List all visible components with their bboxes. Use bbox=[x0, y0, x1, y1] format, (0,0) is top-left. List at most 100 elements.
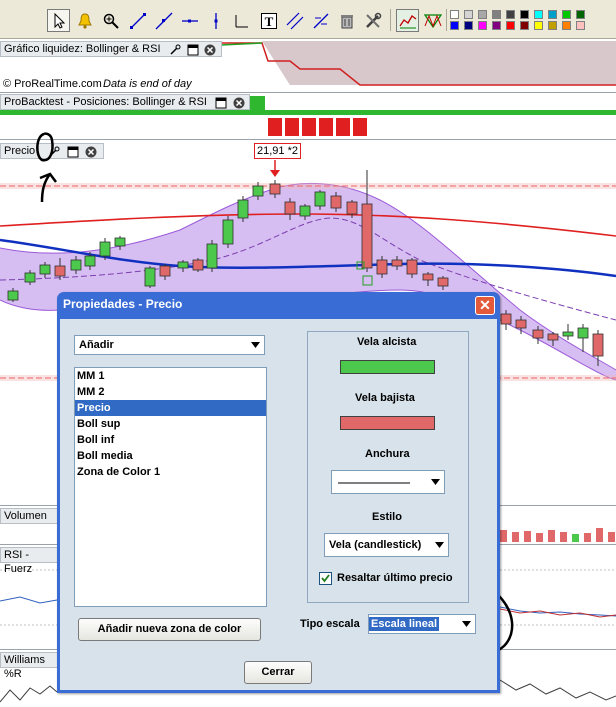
candle-body bbox=[159, 265, 171, 277]
svg-text:T: T bbox=[264, 14, 273, 29]
color-swatch[interactable] bbox=[450, 21, 459, 30]
color-swatch[interactable] bbox=[562, 10, 571, 19]
list-item[interactable]: Boll media bbox=[75, 448, 266, 464]
close-icon[interactable] bbox=[85, 145, 97, 159]
list-item[interactable]: Boll sup bbox=[75, 416, 266, 432]
add-combo[interactable]: Añadir bbox=[74, 335, 265, 355]
indicator-icon[interactable] bbox=[396, 9, 419, 32]
horizontal-line-icon[interactable] bbox=[178, 9, 201, 32]
color-swatch[interactable] bbox=[478, 10, 487, 19]
list-item[interactable]: Zona de Color 1 bbox=[75, 464, 266, 480]
list-item[interactable]: Precio bbox=[75, 400, 266, 416]
pattern-icon[interactable] bbox=[421, 9, 444, 32]
dialog-close-button[interactable]: ✕ bbox=[475, 296, 495, 315]
candle-body bbox=[54, 265, 66, 277]
candle-body bbox=[252, 185, 264, 197]
tools-icon[interactable] bbox=[361, 9, 384, 32]
zoom-icon[interactable] bbox=[99, 9, 122, 32]
color-swatch[interactable] bbox=[478, 21, 487, 30]
candle-body bbox=[592, 333, 604, 357]
candle-body bbox=[376, 259, 388, 275]
candle-body bbox=[314, 191, 326, 207]
price-label: 21,91 *2 bbox=[254, 143, 301, 159]
cursor-icon[interactable] bbox=[47, 9, 70, 32]
williams-panel-header: Williams %R bbox=[0, 652, 60, 680]
line-icon[interactable] bbox=[126, 9, 149, 32]
backtest-panel-title: ProBacktest - Posiciones: Bollinger & RS… bbox=[4, 96, 207, 108]
chevron-down-icon[interactable] bbox=[458, 616, 474, 632]
color-swatch[interactable] bbox=[548, 10, 557, 19]
color-swatch[interactable] bbox=[464, 10, 473, 19]
liquidity-panel-title: Gráfico liquidez: Bollinger & RSI bbox=[4, 43, 161, 55]
candle-body bbox=[222, 219, 234, 245]
text-icon[interactable]: T bbox=[257, 9, 280, 32]
color-swatch[interactable] bbox=[506, 21, 515, 30]
color-swatch[interactable] bbox=[576, 21, 585, 30]
window-icon[interactable] bbox=[215, 96, 227, 110]
color-swatch[interactable] bbox=[450, 10, 459, 19]
close-icon[interactable] bbox=[204, 43, 216, 57]
add-color-zone-button[interactable]: Añadir nueva zona de color bbox=[78, 618, 261, 641]
dialog-title: Propiedades - Precio bbox=[63, 297, 183, 311]
vertical-line-icon[interactable] bbox=[204, 9, 227, 32]
list-item[interactable]: MM 2 bbox=[75, 384, 266, 400]
candle-body bbox=[114, 237, 126, 247]
main-toolbar: T bbox=[0, 0, 616, 39]
color-swatch[interactable] bbox=[534, 21, 543, 30]
backtest-panel-header: ProBacktest - Posiciones: Bollinger & RS… bbox=[0, 94, 250, 110]
color-palette[interactable] bbox=[450, 10, 590, 32]
color-swatch[interactable] bbox=[492, 10, 501, 19]
candle-body bbox=[422, 273, 434, 281]
candle-body bbox=[7, 290, 19, 301]
alarm-bell-icon[interactable] bbox=[73, 9, 96, 32]
close-icon[interactable] bbox=[233, 96, 245, 110]
channel-icon[interactable] bbox=[283, 9, 306, 32]
wrench-icon[interactable] bbox=[169, 43, 181, 57]
add-combo-value: Añadir bbox=[79, 339, 114, 351]
list-item[interactable]: MM 1 bbox=[75, 368, 266, 384]
candle-body bbox=[437, 277, 449, 287]
line-icon[interactable] bbox=[152, 9, 175, 32]
chevron-down-icon[interactable] bbox=[247, 337, 263, 353]
element-list[interactable]: MM 1 MM 2 Precio Boll sup Boll inf Boll media… bbox=[74, 367, 267, 607]
candle-body bbox=[70, 259, 82, 271]
color-swatch[interactable] bbox=[520, 21, 529, 30]
width-label: Anchura bbox=[365, 448, 410, 460]
style-combo[interactable]: Vela (candlestick) bbox=[324, 533, 449, 557]
chevron-down-icon[interactable] bbox=[431, 537, 447, 553]
close-button[interactable]: Cerrar bbox=[244, 661, 312, 684]
chevron-down-icon[interactable] bbox=[427, 474, 443, 490]
bullish-color-picker[interactable] bbox=[340, 360, 435, 374]
color-swatch[interactable] bbox=[562, 21, 571, 30]
bearish-color-picker[interactable] bbox=[340, 416, 435, 430]
bearish-label: Vela bajista bbox=[355, 392, 415, 404]
trash-icon[interactable] bbox=[335, 9, 358, 32]
annotation-drawing bbox=[36, 132, 57, 203]
fibonacci-icon[interactable] bbox=[309, 9, 332, 32]
style-combo-value: Vela (candlestick) bbox=[329, 539, 422, 551]
window-icon[interactable] bbox=[187, 43, 199, 57]
eod-note: Data is end of day bbox=[103, 78, 192, 90]
color-swatch[interactable] bbox=[548, 21, 557, 30]
color-swatch[interactable] bbox=[534, 10, 543, 19]
properties-dialog: Propiedades - Precio ✕ Añadir MM 1 MM 2 Pr… bbox=[57, 292, 500, 693]
indicator-icon[interactable] bbox=[230, 9, 253, 32]
candle-body bbox=[299, 205, 311, 217]
color-swatch[interactable] bbox=[492, 21, 501, 30]
width-combo[interactable] bbox=[331, 470, 445, 494]
list-item[interactable]: Boll inf bbox=[75, 432, 266, 448]
volume-panel-title: Volumen bbox=[4, 510, 47, 522]
candle-body bbox=[361, 203, 373, 269]
candle-body bbox=[346, 201, 358, 215]
scale-label: Tipo escala bbox=[300, 618, 360, 630]
scale-combo[interactable]: Escala lineal bbox=[368, 614, 476, 634]
color-swatch[interactable] bbox=[576, 10, 585, 19]
highlight-checkbox[interactable] bbox=[319, 572, 332, 585]
rsi-panel-title: RSI - Fuerz bbox=[4, 549, 33, 575]
color-swatch[interactable] bbox=[506, 10, 515, 19]
dialog-body: Añadir MM 1 MM 2 Precio Boll sup Boll inf Bol… bbox=[60, 319, 497, 690]
color-swatch[interactable] bbox=[520, 10, 529, 19]
color-swatch[interactable] bbox=[464, 21, 473, 30]
bullish-label: Vela alcista bbox=[357, 336, 417, 348]
checkmark-icon bbox=[321, 574, 330, 583]
